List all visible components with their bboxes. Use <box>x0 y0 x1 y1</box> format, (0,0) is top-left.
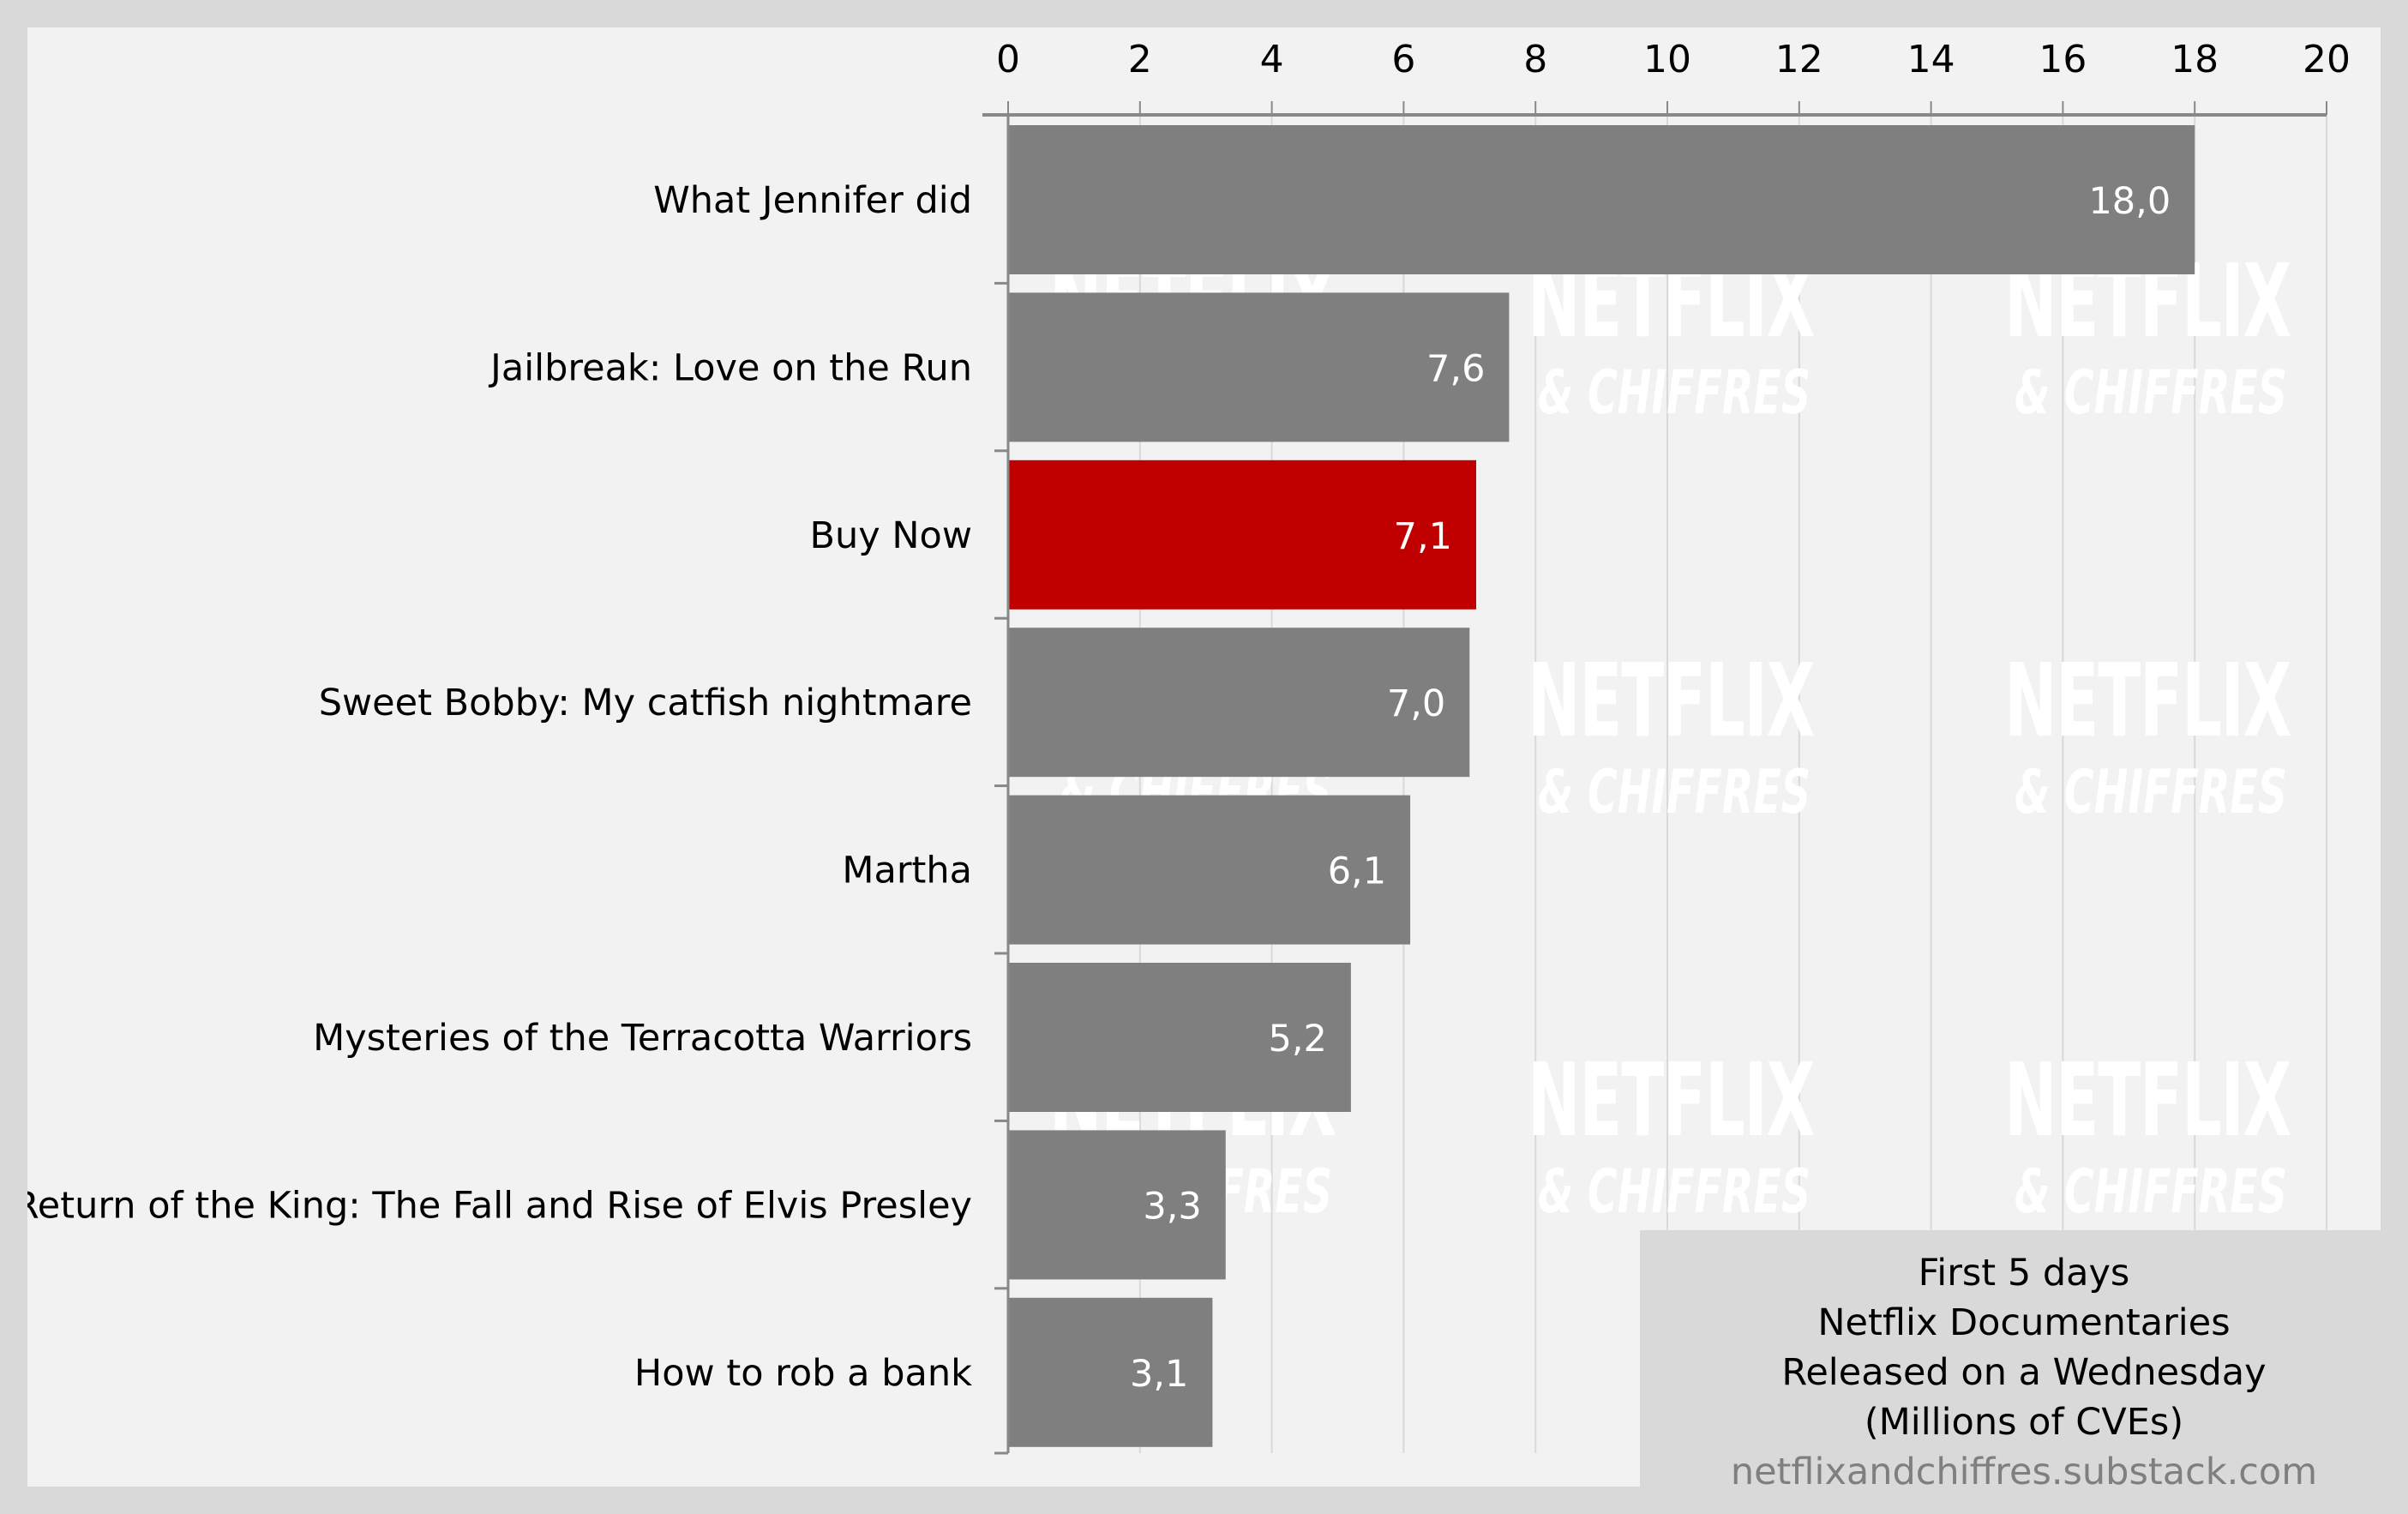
category-label: Return of the King: The Fall and Rise of… <box>27 1184 972 1227</box>
watermark-netflix: NETFLIX <box>2004 1041 2291 1159</box>
chart-panel: NETFLIX& CHIFFRESNETFLIX& CHIFFRESNETFLI… <box>27 27 2408 1514</box>
x-tick-label: 6 <box>1391 38 1415 81</box>
legend-line-2: Netflix Documentaries <box>1817 1301 2231 1344</box>
category-label: Mysteries of the Terracotta Warriors <box>313 1017 972 1060</box>
x-tick-label: 14 <box>1907 38 1955 81</box>
watermark-chiffres: & CHIFFRES <box>2015 757 2287 827</box>
value-label: 6,1 <box>1328 850 1386 893</box>
x-tick-label: 10 <box>1643 38 1691 81</box>
category-label: How to rob a bank <box>634 1352 972 1395</box>
value-label: 18,0 <box>2088 180 2171 223</box>
category-label: Buy Now <box>809 514 972 557</box>
category-label: Jailbreak: Love on the Run <box>488 346 972 389</box>
value-label: 7,1 <box>1394 515 1452 558</box>
x-tick-label: 8 <box>1523 38 1547 81</box>
x-tick-label: 18 <box>2171 38 2219 81</box>
source-link[interactable]: netflixandchiffres.substack.com <box>1731 1447 2317 1497</box>
x-tick-label: 2 <box>1128 38 1152 81</box>
category-label: Martha <box>842 850 972 892</box>
watermark-chiffres: & CHIFFRES <box>1538 757 1811 827</box>
x-tick-label: 12 <box>1775 38 1823 81</box>
watermark-chiffres: & CHIFFRES <box>2015 357 2287 428</box>
watermark-netflix: NETFLIX <box>2004 641 2291 760</box>
value-label: 7,0 <box>1387 682 1445 725</box>
watermark-netflix: NETFLIX <box>1528 641 1814 760</box>
value-label: 3,1 <box>1130 1353 1188 1396</box>
watermark-chiffres: & CHIFFRES <box>1538 1157 1811 1227</box>
x-tick-label: 16 <box>2039 38 2087 81</box>
category-label: Sweet Bobby: My catfish nightmare <box>319 682 972 724</box>
legend-box: First 5 days Netflix Documentaries Relea… <box>1640 1230 2408 1514</box>
x-tick-label: 20 <box>2303 38 2351 81</box>
category-label: What Jennifer did <box>653 179 972 222</box>
watermark-netflix: NETFLIX <box>1528 1041 1814 1159</box>
value-label: 5,2 <box>1268 1018 1326 1060</box>
value-label: 7,6 <box>1426 347 1485 390</box>
legend-line-1: First 5 days <box>1918 1251 2130 1295</box>
watermark-chiffres: & CHIFFRES <box>1538 357 1811 428</box>
x-tick-label: 4 <box>1260 38 1284 81</box>
legend-line-4: (Millions of CVEs) <box>1864 1400 2184 1444</box>
watermark-chiffres: & CHIFFRES <box>2015 1157 2287 1227</box>
bar <box>1008 125 2195 274</box>
legend-line-3: Released on a Wednesday <box>1781 1350 2267 1394</box>
x-tick-label: 0 <box>996 38 1020 81</box>
value-label: 3,3 <box>1143 1185 1201 1228</box>
